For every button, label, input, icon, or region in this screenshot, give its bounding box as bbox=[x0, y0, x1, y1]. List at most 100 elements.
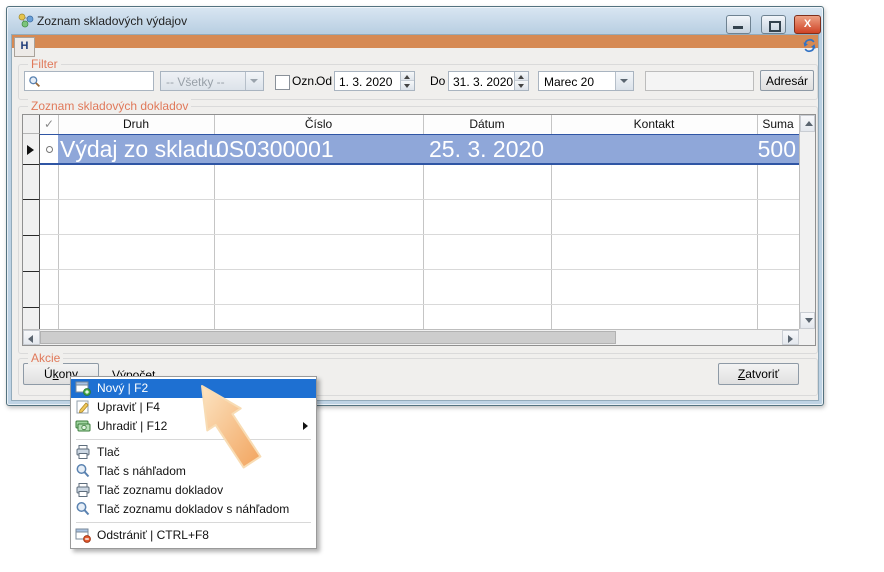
cell-suma: 500 bbox=[758, 135, 796, 163]
check-column-header[interactable]: ✓ bbox=[40, 115, 58, 134]
date-from-spinner[interactable] bbox=[400, 72, 414, 90]
accent-bar bbox=[12, 35, 818, 48]
zatvorit-button-label: Zatvoriť bbox=[738, 367, 779, 381]
menu-item-label: Nový | F2 bbox=[97, 381, 148, 395]
screenshot-canvas: Zoznam skladových výdajov X H Filter bbox=[0, 0, 884, 572]
table-header-row: ✓ Druh Číslo Dátum Kontakt Suma bbox=[23, 115, 799, 135]
scrollbar-corner bbox=[799, 329, 815, 345]
menu-item-odstranit[interactable]: Odstrániť | CTRL+F8 bbox=[71, 526, 316, 545]
maximize-icon bbox=[769, 21, 781, 32]
table-row-empty bbox=[40, 200, 799, 235]
menu-separator bbox=[76, 522, 311, 523]
tab-h[interactable]: H bbox=[14, 37, 35, 57]
table-row-selected[interactable]: Výdaj zo skladu 0S0300001 25. 3. 2020 50… bbox=[40, 134, 799, 165]
menu-item-label: Tlač s náhľadom bbox=[97, 464, 186, 478]
date-to-label: Do bbox=[430, 74, 445, 88]
actions-legend: Akcie bbox=[28, 351, 63, 365]
minimize-icon bbox=[733, 26, 743, 29]
cell-druh: Výdaj zo skladu bbox=[60, 135, 221, 163]
app-window: Zoznam skladových výdajov X H Filter bbox=[6, 6, 824, 406]
date-to-field[interactable]: 31. 3. 2020 bbox=[448, 71, 529, 91]
row-marker-cell bbox=[23, 165, 39, 200]
date-from-field[interactable]: 1. 3. 2020 bbox=[334, 71, 415, 91]
menu-item-label: Uhradiť | F12 bbox=[97, 419, 167, 433]
chevron-down-icon bbox=[250, 79, 258, 83]
search-input[interactable] bbox=[24, 71, 154, 91]
scroll-down-icon bbox=[805, 318, 813, 323]
maximize-button[interactable] bbox=[761, 15, 786, 34]
adresar-button[interactable]: Adresár bbox=[760, 70, 814, 91]
close-button[interactable]: X bbox=[794, 15, 821, 34]
row-marker-column bbox=[23, 134, 40, 329]
scroll-up-button[interactable] bbox=[800, 115, 815, 132]
annotation-arrow-icon bbox=[190, 380, 275, 475]
month-select-dropdown-button[interactable] bbox=[615, 72, 633, 90]
type-filter-select[interactable]: -- Všetky -- bbox=[160, 71, 264, 91]
current-row-icon bbox=[27, 145, 34, 155]
adresar-button-label: Adresár bbox=[766, 74, 808, 88]
date-to-value: 31. 3. 2020 bbox=[453, 75, 513, 89]
scroll-left-button[interactable] bbox=[23, 330, 40, 345]
column-header-suma[interactable]: Suma bbox=[757, 115, 799, 134]
ozn-checkbox[interactable] bbox=[275, 75, 290, 90]
month-select[interactable]: Marec 20 bbox=[538, 71, 634, 91]
column-header-datum[interactable]: Dátum bbox=[423, 115, 551, 134]
ozn-checkbox-label: Ozn. bbox=[292, 74, 317, 88]
menu-item-label: Tlač zoznamu dokladov s náhľadom bbox=[97, 502, 289, 516]
scroll-left-icon bbox=[28, 335, 33, 343]
documents-legend: Zoznam skladových dokladov bbox=[28, 99, 191, 113]
submenu-arrow-icon bbox=[303, 422, 308, 430]
menu-item-tlac-zoznamu[interactable]: Tlač zoznamu dokladov bbox=[71, 481, 316, 500]
filter-legend: Filter bbox=[28, 57, 61, 71]
search-icon bbox=[28, 75, 41, 88]
type-filter-dropdown-button[interactable] bbox=[245, 72, 263, 90]
scroll-down-button[interactable] bbox=[800, 312, 815, 329]
address-filter-field[interactable] bbox=[645, 71, 754, 91]
scroll-right-icon bbox=[788, 335, 793, 343]
row-marker-cell bbox=[23, 272, 39, 308]
window-body: H Filter -- Všetky -- Ozn. bbox=[11, 34, 819, 401]
column-header-kontakt[interactable]: Kontakt bbox=[551, 115, 757, 134]
month-select-value: Marec 20 bbox=[544, 75, 594, 89]
printer-icon bbox=[75, 482, 91, 498]
table-corner-cell bbox=[23, 115, 40, 134]
delete-document-icon bbox=[75, 527, 91, 543]
refresh-icon[interactable] bbox=[802, 38, 817, 53]
table-row-empty bbox=[40, 165, 799, 200]
spinner-down-icon[interactable] bbox=[401, 80, 414, 90]
titlebar[interactable]: Zoznam skladových výdajov X bbox=[7, 7, 823, 34]
window-title: Zoznam skladových výdajov bbox=[37, 14, 187, 28]
type-filter-value: -- Všetky -- bbox=[166, 75, 225, 89]
new-document-icon bbox=[75, 380, 91, 396]
table-row-empty bbox=[40, 235, 799, 270]
row-marker-cell bbox=[23, 134, 39, 165]
row-marker-cell bbox=[23, 200, 39, 236]
date-to-spinner[interactable] bbox=[514, 72, 528, 90]
menu-item-label: Upraviť | F4 bbox=[97, 400, 160, 414]
spinner-down-icon[interactable] bbox=[515, 80, 528, 90]
vertical-scrollbar[interactable] bbox=[799, 115, 815, 329]
minimize-button[interactable] bbox=[726, 15, 751, 34]
edit-icon bbox=[75, 399, 91, 415]
close-icon: X bbox=[804, 18, 811, 30]
money-icon bbox=[75, 418, 91, 434]
zatvorit-button[interactable]: Zatvoriť bbox=[718, 363, 799, 385]
column-header-cislo[interactable]: Číslo bbox=[214, 115, 423, 134]
documents-table: ✓ Druh Číslo Dátum Kontakt Suma bbox=[22, 114, 816, 346]
selected-dot-icon bbox=[46, 146, 53, 153]
table-row-empty bbox=[40, 305, 799, 329]
menu-item-label: Tlač bbox=[97, 445, 120, 459]
horizontal-scrollbar[interactable] bbox=[23, 329, 799, 345]
scroll-right-button[interactable] bbox=[782, 330, 799, 345]
app-icon bbox=[18, 13, 34, 29]
menu-item-tlac-zoznamu-nahlad[interactable]: Tlač zoznamu dokladov s náhľadom bbox=[71, 500, 316, 519]
horizontal-scroll-thumb[interactable] bbox=[40, 331, 616, 344]
chevron-down-icon bbox=[620, 79, 628, 83]
date-from-label: Od bbox=[316, 74, 332, 88]
print-preview-icon bbox=[75, 463, 91, 479]
cell-cislo: 0S0300001 bbox=[216, 135, 334, 163]
menu-item-label: Tlač zoznamu dokladov bbox=[97, 483, 223, 497]
column-header-druh[interactable]: Druh bbox=[58, 115, 214, 134]
date-from-value: 1. 3. 2020 bbox=[339, 75, 392, 89]
printer-icon bbox=[75, 444, 91, 460]
